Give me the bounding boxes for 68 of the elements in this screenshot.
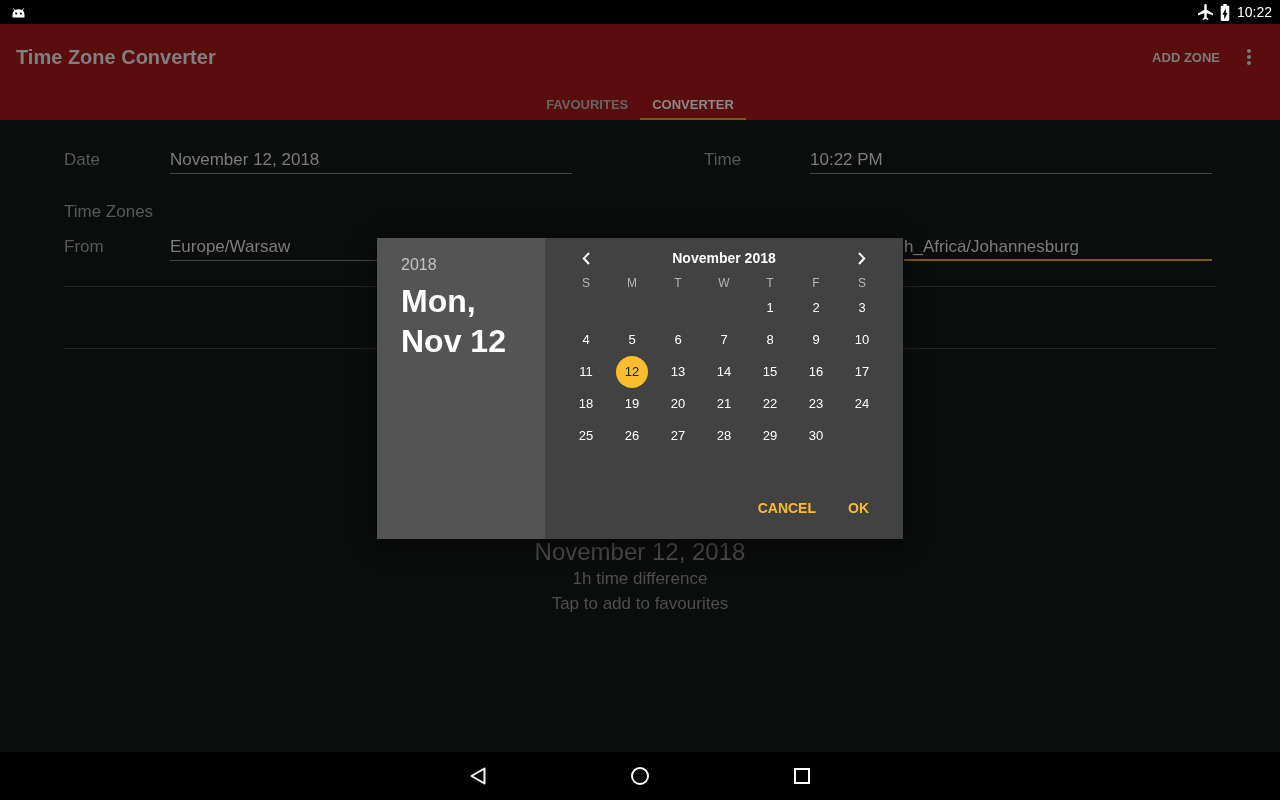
calendar-day[interactable]: 28	[708, 419, 740, 452]
calendar-day[interactable]: 17	[846, 355, 878, 388]
battery-charging-icon	[1219, 3, 1230, 21]
from-label: From	[64, 236, 105, 258]
date-label: Date	[64, 149, 101, 171]
calendar-day[interactable]: 1	[754, 291, 786, 324]
more-options-icon	[1247, 49, 1251, 65]
month-title: November 2018	[672, 250, 776, 266]
chevron-left-icon	[582, 251, 590, 265]
calendar-day[interactable]: 30	[800, 419, 832, 452]
weekday-label: F	[812, 276, 820, 290]
calendar-day[interactable]: 8	[754, 323, 786, 356]
calendar-day[interactable]: 20	[662, 387, 694, 420]
calendar-day[interactable]: 3	[846, 291, 878, 324]
selected-date-heading: Mon, Nov 12	[401, 281, 507, 361]
weekday-label: M	[627, 276, 637, 290]
from-zone-field[interactable]: Europe/Warsaw	[170, 233, 377, 261]
calendar-day[interactable]: 24	[846, 387, 878, 420]
back-triangle-icon	[470, 767, 486, 785]
time-field[interactable]: 10:22 PM	[810, 146, 1212, 174]
calendar-day[interactable]: 23	[800, 387, 832, 420]
chevron-right-icon	[858, 251, 866, 265]
calendar-day[interactable]: 7	[708, 323, 740, 356]
result-date: November 12, 2018	[534, 539, 746, 565]
to-zone-field[interactable]: h_Africa/Johannesburg	[904, 233, 1212, 261]
calendar-day[interactable]: 25	[570, 419, 602, 452]
calendar-day[interactable]: 14	[708, 355, 740, 388]
weekday-label: T	[766, 276, 774, 290]
calendar-day[interactable]: 18	[570, 387, 602, 420]
dialog-button[interactable]: OK	[840, 491, 877, 524]
time-zones-heading: Time Zones	[64, 202, 155, 222]
home-button[interactable]	[631, 767, 649, 785]
calendar-day[interactable]: 16	[800, 355, 832, 388]
year-label[interactable]: 2018	[401, 254, 437, 275]
calendar-day[interactable]: 29	[754, 419, 786, 452]
calendar-day[interactable]: 11	[570, 355, 602, 388]
recents-button[interactable]	[793, 767, 811, 785]
weekday-label: S	[858, 276, 866, 290]
calendar-day[interactable]: 12	[616, 355, 648, 388]
date-field[interactable]: November 12, 2018	[170, 146, 572, 174]
calendar-day[interactable]: 9	[800, 323, 832, 356]
calendar-day[interactable]: 27	[662, 419, 694, 452]
back-button[interactable]	[469, 767, 487, 785]
robot-head-icon	[12, 6, 25, 18]
calendar-day[interactable]: 5	[616, 323, 648, 356]
weekday-label: T	[674, 276, 682, 290]
calendar-day[interactable]: 22	[754, 387, 786, 420]
app-title: Time Zone Converter	[16, 45, 217, 69]
airplane-icon	[1197, 4, 1213, 20]
calendar-day[interactable]: 6	[662, 323, 694, 356]
favourites-hint: Tap to add to favourites	[551, 593, 729, 615]
status-time: 10:22	[1236, 4, 1272, 20]
weekday-label: W	[718, 276, 730, 290]
dialog-button[interactable]: CANCEL	[749, 491, 824, 524]
calendar-day[interactable]: 15	[754, 355, 786, 388]
calendar-day[interactable]: 13	[662, 355, 694, 388]
calendar-day[interactable]: 26	[616, 419, 648, 452]
calendar-day[interactable]: 2	[800, 291, 832, 324]
calendar-day[interactable]: 19	[616, 387, 648, 420]
time-label: Time	[704, 149, 743, 171]
calendar-day[interactable]: 10	[846, 323, 878, 356]
calendar-day[interactable]: 4	[570, 323, 602, 356]
weekday-label: S	[582, 276, 590, 290]
tab[interactable]: CONVERTER	[640, 90, 746, 120]
time-difference-text: 1h time difference	[572, 568, 708, 590]
home-circle-icon	[631, 767, 649, 785]
calendar-day[interactable]: 21	[708, 387, 740, 420]
recents-square-icon	[794, 768, 810, 784]
